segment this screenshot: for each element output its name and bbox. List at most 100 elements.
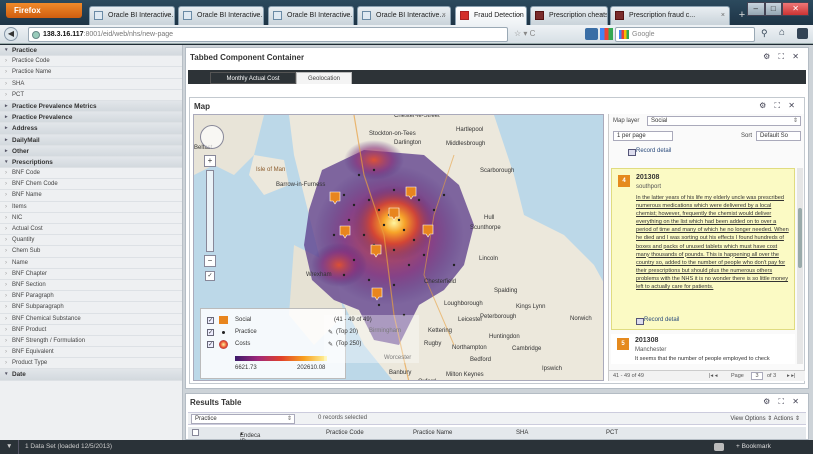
close-window-button[interactable]: ✕ <box>782 2 810 16</box>
sort-select[interactable]: Default So <box>756 131 801 141</box>
social-record-card[interactable]: 4 201308 southport In the latter years o… <box>611 168 795 330</box>
bookmark-star-icon[interactable]: ☆ ▾ C <box>514 29 535 38</box>
column-practice-name[interactable]: Practice Name <box>413 430 452 436</box>
zoom-out-button[interactable]: − <box>204 255 216 267</box>
browser-tab[interactable]: Oracle BI Interactive... × <box>268 6 354 25</box>
tab-geolocation[interactable]: Geolocation <box>296 72 352 84</box>
place-label: Kettering <box>428 328 453 334</box>
map-pan-control[interactable] <box>200 125 224 149</box>
pager-next-icon[interactable]: ▸ ▸| <box>787 371 795 381</box>
pager-page-input[interactable]: 3 <box>751 372 763 380</box>
sidebar-item-bnf-equivalent[interactable]: BNF Equivalent <box>0 347 182 359</box>
expand-caret-icon[interactable]: ▼ <box>6 440 12 454</box>
layer-toggle-checkbox[interactable]: ✓ <box>205 271 215 281</box>
container-tools[interactable]: ⚙ ⛶ ✕ <box>763 52 802 62</box>
search-icon[interactable]: ⚲ <box>761 28 768 39</box>
pencil-icon[interactable]: ✎ <box>328 341 333 348</box>
sidebar-item-practice-code[interactable]: Practice Code <box>0 56 182 68</box>
sidebar-group-address[interactable]: Address <box>0 123 182 135</box>
tab-close-icon[interactable]: × <box>721 7 725 24</box>
sidebar-item-bnf-section[interactable]: BNF Section <box>0 280 182 292</box>
browser-tab[interactable]: Fraud Detection | N...× <box>455 6 527 25</box>
view-options-button[interactable]: View Options <box>730 416 765 422</box>
sidebar-item-bnf-code[interactable]: BNF Code <box>0 168 182 180</box>
sidebar-group-dailymail[interactable]: DailyMail <box>0 134 182 146</box>
per-page-select[interactable]: 1 per page <box>613 131 673 141</box>
camera-icon[interactable] <box>714 443 724 451</box>
select-all-checkbox[interactable] <box>192 429 199 436</box>
map-layer-select[interactable]: Social ⇕ <box>647 116 801 126</box>
results-tools[interactable]: ⚙ ⛶ ✕ <box>763 397 802 407</box>
pager-prev-icon[interactable]: |◂ ◂ <box>709 371 717 381</box>
results-view-select[interactable]: Practice ⇕ <box>191 414 295 424</box>
sidebar-group-date[interactable]: Date <box>0 369 182 381</box>
tab-close-icon[interactable]: × <box>442 7 446 24</box>
column-pct[interactable]: PCT <box>606 430 618 436</box>
actions-button[interactable]: Actions <box>774 416 794 422</box>
tab-close-icon[interactable]: × <box>345 7 349 24</box>
scrollbar-thumb[interactable] <box>798 208 802 268</box>
sidebar-item-bnf-strength-formulation[interactable]: BNF Strength / Formulation <box>0 336 182 348</box>
column-endeca-id[interactable]: Endeca ID ▴ <box>240 430 260 445</box>
sidebar-item-bnf-chem-code[interactable]: BNF Chem Code <box>0 179 182 191</box>
social-layer-checkbox[interactable]: ✓ <box>207 317 214 324</box>
browser-tab[interactable]: Oracle BI Interactive... × <box>357 6 451 25</box>
map-tools[interactable]: ⚙ ⛶ ✕ <box>759 101 798 111</box>
zoom-in-button[interactable]: + <box>204 155 216 167</box>
sidebar-item-chem-sub[interactable]: Chem Sub <box>0 246 182 258</box>
sidebar-item-bnf-chemical-substance[interactable]: BNF Chemical Substance <box>0 314 182 325</box>
extension-icon[interactable] <box>585 28 598 40</box>
social-record-card-2[interactable]: 5 201308 Manchester It seems that the nu… <box>611 334 795 364</box>
tab-close-icon[interactable]: × <box>599 7 603 24</box>
sidebar-group-practice[interactable]: Practice <box>0 45 182 57</box>
maximize-button[interactable]: □ <box>764 2 783 16</box>
google-engine-icon[interactable] <box>600 28 613 40</box>
sidebar-item-quantity[interactable]: Quantity <box>0 235 182 247</box>
pencil-icon[interactable]: ✎ <box>328 329 333 336</box>
sidebar-group-practice-prevalence[interactable]: Practice Prevalence <box>0 112 182 124</box>
sidebar-item-product-type[interactable]: Product Type <box>0 358 182 370</box>
sidebar-group-prescriptions[interactable]: Prescriptions <box>0 156 182 169</box>
sidebar-item-bnf-chapter[interactable]: BNF Chapter <box>0 269 182 280</box>
sidebar-item-nic[interactable]: NIC <box>0 213 182 224</box>
back-button[interactable]: ◀ <box>4 27 18 41</box>
browser-tab[interactable]: Oracle BI Interactive... × <box>178 6 264 25</box>
sidebar-item-name[interactable]: Name <box>0 258 182 269</box>
sidebar-item-bnf-product[interactable]: BNF Product <box>0 325 182 336</box>
menu-icon[interactable] <box>797 28 808 39</box>
bookmark-button[interactable]: + Bookmark <box>736 440 771 454</box>
sidebar-group-practice-prevalence-metrics[interactable]: Practice Prevalence Metrics <box>0 100 182 113</box>
firefox-menu-button[interactable]: Firefox <box>6 3 82 18</box>
tab-close-icon[interactable]: × <box>255 7 259 24</box>
search-box[interactable]: Google <box>615 27 755 42</box>
tab-label: Prescription fraud c... <box>629 12 696 19</box>
column-practice-code[interactable]: Practice Code <box>326 430 364 436</box>
results-scrollbar[interactable] <box>797 168 803 364</box>
sidebar-item-pct[interactable]: PCT <box>0 90 182 101</box>
place-label: Banbury <box>389 370 412 376</box>
costs-layer-checkbox[interactable]: ✓ <box>207 341 214 348</box>
browser-tab[interactable]: Prescription cheats r...× <box>530 6 608 25</box>
practice-layer-checkbox[interactable]: ✓ <box>207 329 214 336</box>
zoom-slider[interactable] <box>206 170 214 252</box>
tab-close-icon[interactable]: × <box>518 7 522 24</box>
minimize-button[interactable]: – <box>747 2 765 16</box>
sidebar-item-bnf-name[interactable]: BNF Name <box>0 190 182 202</box>
sidebar-group-other[interactable]: Other <box>0 145 182 157</box>
tab-close-icon[interactable]: × <box>166 7 170 24</box>
sidebar-item-practice-name[interactable]: Practice Name <box>0 67 182 79</box>
browser-tab[interactable]: Prescription fraud c... × <box>610 6 730 25</box>
url-bar[interactable]: 138.3.16.117:8001/eid/web/nhs/new-page <box>28 27 508 42</box>
column-sha[interactable]: SHA <box>516 430 528 436</box>
tab-monthly-actual-cost[interactable]: Monthly Actual Cost <box>210 72 296 84</box>
record-detail-link-top[interactable]: Record detail <box>627 148 671 156</box>
home-icon[interactable]: ⌂ <box>779 27 785 38</box>
record-detail-link[interactable]: Record detail <box>635 317 679 325</box>
sidebar-item-bnf-paragraph[interactable]: BNF Paragraph <box>0 291 182 303</box>
map-canvas[interactable]: Chester-le-Street Stockton-on-Tees Hartlep… <box>193 114 604 381</box>
sidebar-item-bnf-subparagraph[interactable]: BNF Subparagraph <box>0 302 182 314</box>
browser-tab[interactable]: Oracle BI Interactive... × <box>89 6 175 25</box>
sidebar-item-actual-cost[interactable]: Actual Cost <box>0 224 182 236</box>
sidebar-item-sha[interactable]: SHA <box>0 79 182 90</box>
sidebar-item-items[interactable]: Items <box>0 202 182 213</box>
